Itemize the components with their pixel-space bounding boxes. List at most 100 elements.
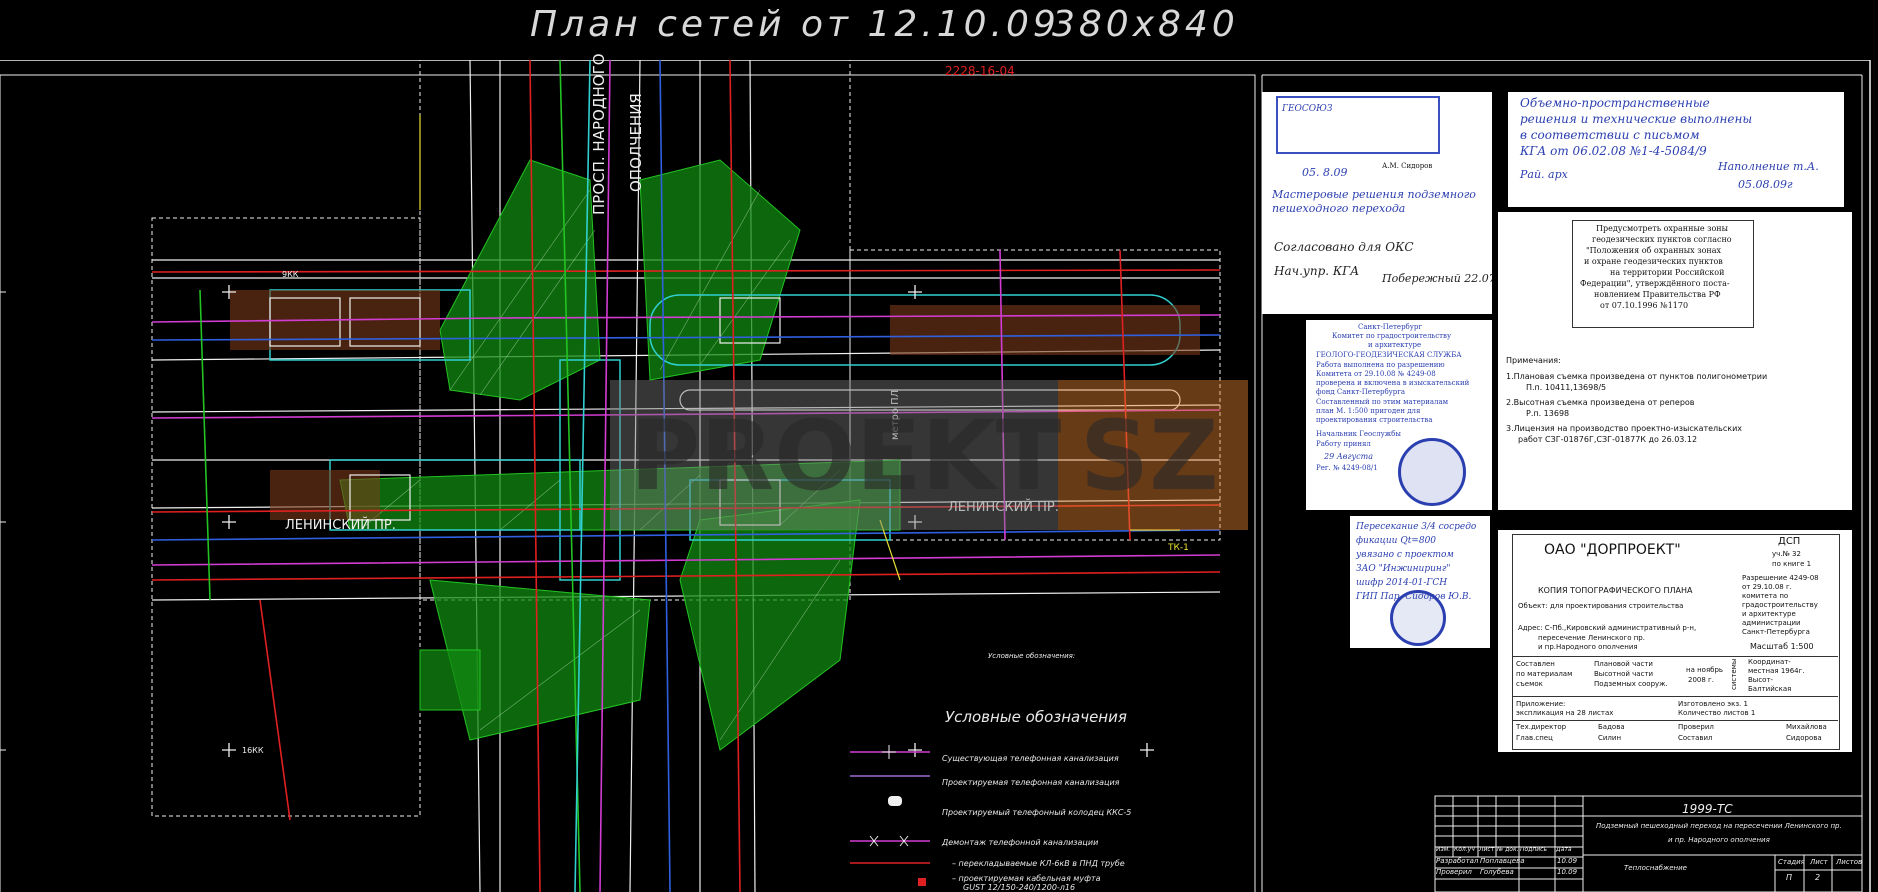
dorproekt-address-2: пересечение Ленинского пр.	[1538, 634, 1645, 642]
street-label-narodnogo: ПРОСП. НАРОДНОГО	[590, 53, 608, 215]
geo-line-12: Начальник Геослужбы	[1316, 430, 1401, 438]
geo-line-10: план М. 1:500 пригоден для	[1316, 407, 1421, 415]
dorproekt-sheets: Количество листов 1	[1678, 709, 1756, 717]
protection-line-4: и охране геодезических пунктов	[1584, 257, 1723, 266]
dorproekt-permit-3: комитета по	[1742, 592, 1789, 600]
dorproekt-copy-block: ОАО "ДОРПРОЕКТ" ДСП уч.№ 32 по книге 1 К…	[1498, 530, 1852, 752]
coord-line-1: Пересекание 3/4 сосредо	[1356, 522, 1477, 532]
dorproekt-rule-1	[1512, 656, 1838, 657]
dorproekt-tech-dir-name: Бадова	[1598, 723, 1625, 731]
note-3: 3.Лицензия на производство проектно-изыс…	[1506, 424, 1743, 433]
dorproekt-rule-2	[1512, 696, 1838, 697]
legend-symbols	[850, 745, 930, 886]
geo-line-13: Работу принял	[1316, 440, 1371, 448]
dorproekt-address-3: и пр.Народного ополчения	[1538, 643, 1638, 651]
dorproekt-copy-title: КОПИЯ ТОПОГРАФИЧЕСКОГО ПЛАНА	[1538, 586, 1693, 595]
dorproekt-address-1: Адрес: С-Пб.,Кировский административный …	[1518, 624, 1697, 632]
handwritten-note-3: Нач.упр. КГА	[1274, 264, 1360, 278]
check-name: Голубева	[1480, 868, 1514, 876]
tk-label: ТК-1	[1168, 543, 1189, 553]
legend-title: Условные обозначения	[945, 708, 1127, 726]
geo-line-14: 29 Августа	[1324, 452, 1373, 461]
dorproekt-chief: Глав.спец	[1516, 734, 1553, 742]
note-2: 2.Высотная съемка произведена от реперов	[1506, 398, 1695, 407]
dorproekt-underground: Подземных сооруж.	[1594, 680, 1668, 688]
title-block-desc-1: Подземный пешеходный переход на пересече…	[1596, 822, 1842, 830]
drawing-number: 2228-16-04	[945, 64, 1015, 78]
well-label-16kk: 16КК	[242, 746, 264, 755]
dorproekt-tech-dir: Тех.директор	[1516, 723, 1567, 731]
dorproekt-height-part: Высотной части	[1594, 670, 1654, 678]
legend-item-existing: Существующая телефонная канализация	[942, 754, 1119, 763]
geo-line-3: и архитектуре	[1368, 341, 1422, 349]
coord-line-2: фикации Qt=800	[1356, 536, 1437, 546]
dorproekt-scale: Масштаб 1:500	[1750, 642, 1814, 651]
geo-line-9: Составленный по этим материалам	[1316, 398, 1449, 406]
dorproekt-systems: системы	[1730, 658, 1738, 690]
dorproekt-appendix-1: Приложение:	[1516, 700, 1566, 708]
protection-line-6: Федерации", утверждённого поста-	[1580, 279, 1730, 288]
check-date: 10.09	[1557, 868, 1578, 876]
coord-seal	[1390, 590, 1446, 646]
legend-item-coupling: – проектируемая кабельная муфта	[952, 874, 1101, 883]
coord-line-3: увязано с проектом	[1356, 550, 1454, 560]
legend-item-gust: GUST 12/150-240/1200-л16	[963, 883, 1076, 892]
dorproekt-appendix-2: экспликация на 28 листах	[1516, 709, 1614, 717]
dorproekt-compiled: Составлен	[1516, 660, 1555, 668]
dorproekt-checked-name: Михайлова	[1786, 723, 1827, 731]
coord-line-4: ЗАО "Инжиниринг"	[1356, 564, 1451, 574]
protection-zone-sheet: Предусмотреть охранные зоны геодезически…	[1498, 212, 1852, 510]
dev-label: Разработал	[1436, 857, 1479, 865]
handwritten-note-1: Мастеровые решения подземного пешеходног…	[1272, 188, 1476, 215]
geo-line-11: проектирования строительства	[1316, 416, 1433, 424]
approval-sheet-left: ГЕОСОЮЗ А.М. Сидоров 05. 8.09 Мастеровые…	[1262, 92, 1492, 314]
check-label: Проверил	[1436, 868, 1472, 876]
title-block-code: 1999-ТС	[1682, 802, 1733, 816]
sheet-label: Лист	[1810, 858, 1828, 866]
hand-line-5: Рай. арх	[1520, 168, 1568, 181]
sheets-label: Листов	[1836, 858, 1863, 866]
left-ticks	[0, 291, 6, 751]
hand-line-4: КГА от 06.02.08 №1-4-5084/9	[1520, 144, 1707, 158]
stamp-org: ГЕОСОЮЗ	[1282, 104, 1333, 114]
dorproekt-dsp: ДСП	[1778, 536, 1801, 547]
title-block-desc-2: и пр. Народного ополчения	[1668, 836, 1770, 844]
geo-line-7: проверена и включена в изыскательский	[1316, 379, 1470, 387]
dorproekt-permit-7: Санкт-Петербурга	[1742, 628, 1810, 636]
stage-label: Стадия	[1778, 858, 1805, 866]
legend-item-demolition: Демонтаж телефонной канализации	[942, 838, 1099, 847]
dorproekt-coords-1: Координат-	[1748, 658, 1791, 666]
stamp-date: 05. 8.09	[1302, 166, 1348, 179]
dorproekt-copy-of: по книге 1	[1772, 560, 1812, 568]
section-name: Теплоснабжение	[1624, 864, 1687, 872]
legend-item-cable: – перекладываемые КЛ-6кВ в ПНД трубе	[952, 859, 1125, 868]
dorproekt-org: ОАО "ДОРПРОЕКТ"	[1544, 542, 1681, 558]
protection-line-7: новлением Правительства РФ	[1594, 290, 1721, 299]
dorproekt-checked: Проверил	[1678, 723, 1714, 731]
dorproekt-surveys: съемок	[1516, 680, 1543, 688]
dorproekt-permit-1: Разрешение 4249-08	[1742, 574, 1819, 582]
protection-line-8: от 07.10.1996 №1170	[1600, 301, 1689, 310]
watermark: PROEKT SZ	[610, 380, 1270, 530]
coord-line-5: шифр 2014-01-ГСН	[1356, 578, 1448, 588]
street-label-leninsky-left: ЛЕНИНСКИЙ ПР.	[285, 518, 396, 533]
geo-line-1: Санкт-Петербург	[1358, 323, 1423, 331]
col-izm: Изм.	[1436, 846, 1451, 853]
plan-title: План сетей от 12.10.09	[530, 4, 1060, 45]
geo-line-6: Комитета от 29.10.08 № 4249-08	[1316, 370, 1436, 378]
legend-item-well: Проектируемый телефонный колодец ККС-5	[942, 808, 1132, 817]
col-kol: Кол.уч	[1454, 846, 1475, 853]
dorproekt-date: на ноябрь	[1686, 666, 1724, 674]
col-date: Дата	[1556, 846, 1572, 853]
col-doc: № док.	[1497, 846, 1519, 853]
dorproekt-coords-2: местная 1964г.	[1748, 667, 1805, 675]
dorproekt-copies: Изготовлено экз. 1	[1678, 700, 1748, 708]
dorproekt-permit-6: администрации	[1742, 619, 1801, 627]
notes-title: Примечания:	[1506, 356, 1561, 365]
note-1: 1.Плановая съемка произведена от пунктов…	[1506, 372, 1768, 381]
approval-sheet-right: Объемно-пространственные решения и техни…	[1508, 92, 1844, 207]
stamp-signer: А.М. Сидоров	[1382, 162, 1433, 170]
watermark-text: PROEKT	[630, 400, 1062, 512]
protection-line-5: на территории Российской	[1610, 268, 1725, 277]
geodesy-sheet: Санкт-Петербург Комитет по градостроител…	[1306, 320, 1492, 510]
